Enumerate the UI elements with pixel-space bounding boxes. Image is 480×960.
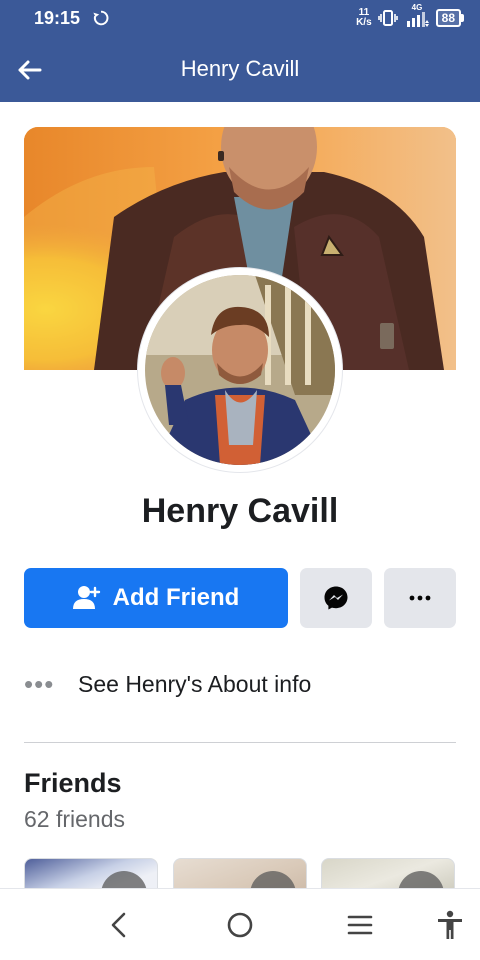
app-header: Henry Cavill (0, 36, 480, 102)
chevron-left-icon[interactable] (104, 909, 136, 941)
section-divider (24, 742, 456, 743)
signal-icon (406, 12, 429, 27)
more-horizontal-icon (409, 595, 431, 601)
friends-section-title: Friends (24, 768, 122, 798)
message-button[interactable] (300, 568, 372, 628)
friends-count: 62 friends (24, 806, 126, 832)
about-info-label: See Henry's About info (78, 670, 312, 697)
messenger-icon (324, 586, 348, 610)
about-dots-icon: ••• (24, 669, 55, 699)
about-info-link[interactable]: ••• See Henry's About info (24, 660, 456, 708)
add-friend-button[interactable]: Add Friend (24, 568, 288, 628)
battery-level: 88 (435, 9, 461, 27)
status-bar: 19:15 11 K/s 4G 88 (0, 0, 480, 36)
header-title: Henry Cavill (180, 56, 300, 81)
profile-picture-image (145, 275, 335, 465)
battery-indicator: 88 (435, 9, 464, 27)
circle-home-icon[interactable] (224, 909, 256, 941)
network-speed: 11 K/s (356, 7, 372, 28)
battery-tip (461, 14, 464, 22)
back-arrow-icon[interactable] (14, 55, 44, 85)
more-options-button[interactable] (384, 568, 456, 628)
signal-indicator: 4G (404, 3, 430, 29)
accessibility-icon[interactable] (434, 909, 466, 941)
profile-name: Henry Cavill (141, 492, 339, 530)
menu-lines-icon[interactable] (344, 909, 376, 941)
status-time: 19:15 (34, 7, 81, 28)
vibrate-icon (377, 10, 398, 26)
system-navigation-bar (0, 888, 480, 960)
profile-picture[interactable] (138, 268, 342, 472)
add-friend-label: Add Friend (112, 584, 240, 611)
sync-icon (93, 10, 109, 26)
person-add-icon (72, 586, 100, 609)
status-indicators: 11 K/s 4G 88 (356, 3, 464, 29)
